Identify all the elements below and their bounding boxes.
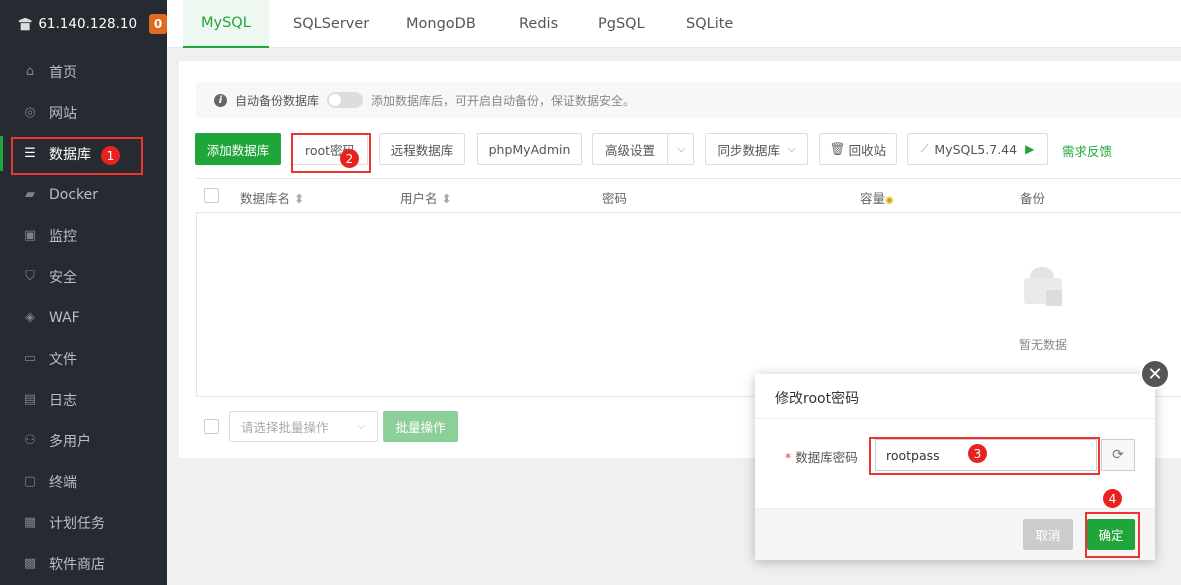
col-password: 密码 [602,191,628,206]
auto-backup-label: 自动备份数据库 [235,93,320,108]
sort-icon: ⬍ [294,191,305,206]
feedback-link[interactable]: 需求反馈 [1062,141,1112,160]
terminal-icon: ▢ [23,474,37,489]
dialog-divider [755,418,1155,419]
info-icon: i [214,93,227,107]
annotation-number-4: 4 [1103,489,1122,508]
dialog-title: 修改root密码 [775,391,860,407]
chevron-down-icon: ⌵ [357,421,365,432]
tab-mysql[interactable]: MySQL [183,0,269,48]
annotation-number-3: 3 [968,444,987,463]
calendar-icon: ▦ [23,515,37,530]
annotation-number-2: 2 [340,149,359,168]
annotation-number-1: 1 [101,146,120,165]
tab-sqlserver[interactable]: SQLServer [293,0,369,48]
waf-icon: ◈ [25,310,35,325]
annotation-box-2 [291,133,371,173]
cancel-button[interactable]: 取消 [1023,519,1073,550]
sort-icon: ⬍ [441,191,452,206]
eye-icon: ◉ [885,195,894,206]
col-capacity[interactable]: 容量◉ [860,188,894,207]
col-db-name[interactable]: 数据库名 ⬍ [240,188,304,207]
sidebar-item-users[interactable]: ⚇ 多用户 [0,420,167,461]
sidebar-item-files[interactable]: ▭ 文件 [0,338,167,379]
folder-icon: ▭ [23,351,37,366]
users-icon: ⚇ [24,433,36,448]
database-table-header: 数据库名 ⬍ 用户名 ⬍ 密码 容量◉ 备份 [196,178,1181,213]
store-icon: ▩ [23,556,37,571]
auto-backup-toggle[interactable] [327,92,364,108]
batch-operation-button[interactable]: 批量操作 [383,411,458,442]
col-username[interactable]: 用户名 ⬍ [400,188,452,207]
chevron-down-icon: ⌵ [677,143,685,155]
mysql-version-button[interactable]: ⟋ MySQL5.7.44 ▶ [907,133,1048,165]
docker-icon: ▰ [25,187,35,202]
server-header: 61.140.128.10 0 [0,0,167,48]
server-ip: 61.140.128.10 [38,16,138,32]
annotation-box-4 [1085,512,1140,558]
db-type-tabs: MySQL SQLServer MongoDB Redis PgSQL SQLi… [167,0,1181,48]
sidebar-item-store[interactable]: ▩ 软件商店 [0,543,167,584]
wrench-icon: ⟋ [920,142,929,155]
phpmyadmin-button[interactable]: phpMyAdmin [477,133,582,165]
tab-redis[interactable]: Redis [519,0,558,48]
sidebar-item-terminal[interactable]: ▢ 终端 [0,461,167,502]
auto-backup-notice: i 自动备份数据库 添加数据库后，可开启自动备份，保证数据安全。 [196,82,1181,118]
sidebar-item-logs[interactable]: ▤ 日志 [0,379,167,420]
empty-data-text: 暂无数据 [1019,338,1068,352]
shield-icon: ⛉ [25,269,35,284]
batch-select-checkbox[interactable] [204,419,219,434]
add-database-button[interactable]: 添加数据库 [195,133,281,165]
tab-pgsql[interactable]: PgSQL [598,0,645,48]
alert-badge[interactable]: 0 [149,14,167,34]
sidebar-item-cron[interactable]: ▦ 计划任务 [0,502,167,543]
trash-icon: 🗑︎ [829,141,846,156]
recycle-bin-button[interactable]: 🗑︎ 回收站 [819,133,897,165]
sidebar-item-website[interactable]: ◎ 网站 [0,92,167,133]
advanced-settings-dropdown[interactable]: 高级设置 ⌵ [592,133,694,165]
tab-mongodb[interactable]: MongoDB [406,0,476,48]
sidebar: 61.140.128.10 0 ⌂ 首页 ◎ 网站 ☰ 数据库 ▰ Docker ▣ 监控… [0,0,167,585]
auto-backup-hint: 添加数据库后，可开启自动备份，保证数据安全。 [371,93,636,108]
col-backup: 备份 [1020,191,1046,206]
password-field-label: * 数据库密码 [785,450,858,465]
sync-database-dropdown[interactable]: 同步数据库 ⌵ [705,133,808,165]
required-mark: * [785,450,792,465]
sidebar-item-waf[interactable]: ◈ WAF [0,297,167,338]
server-logo-icon [18,17,32,31]
empty-data-icon [1024,267,1062,306]
globe-icon: ◎ [24,105,36,120]
select-all-checkbox[interactable] [204,188,219,203]
monitor-icon: ▣ [23,228,37,243]
sidebar-item-docker[interactable]: ▰ Docker [0,174,167,215]
chevron-down-icon: ⌵ [787,143,796,155]
annotation-box-1 [11,137,143,175]
remote-database-button[interactable]: 远程数据库 [379,133,465,165]
refresh-password-icon[interactable]: ⟳ [1101,439,1135,471]
sidebar-item-home[interactable]: ⌂ 首页 [0,51,167,92]
sidebar-item-monitor[interactable]: ▣ 监控 [0,215,167,256]
close-icon[interactable]: ✕ [1140,359,1170,389]
home-icon: ⌂ [25,64,35,79]
sidebar-item-security[interactable]: ⛉ 安全 [0,256,167,297]
batch-operation-select[interactable]: 请选择批量操作 ⌵ [229,411,378,442]
log-icon: ▤ [23,392,37,407]
play-icon: ▶ [1025,142,1035,156]
tab-sqlite[interactable]: SQLite [686,0,733,48]
